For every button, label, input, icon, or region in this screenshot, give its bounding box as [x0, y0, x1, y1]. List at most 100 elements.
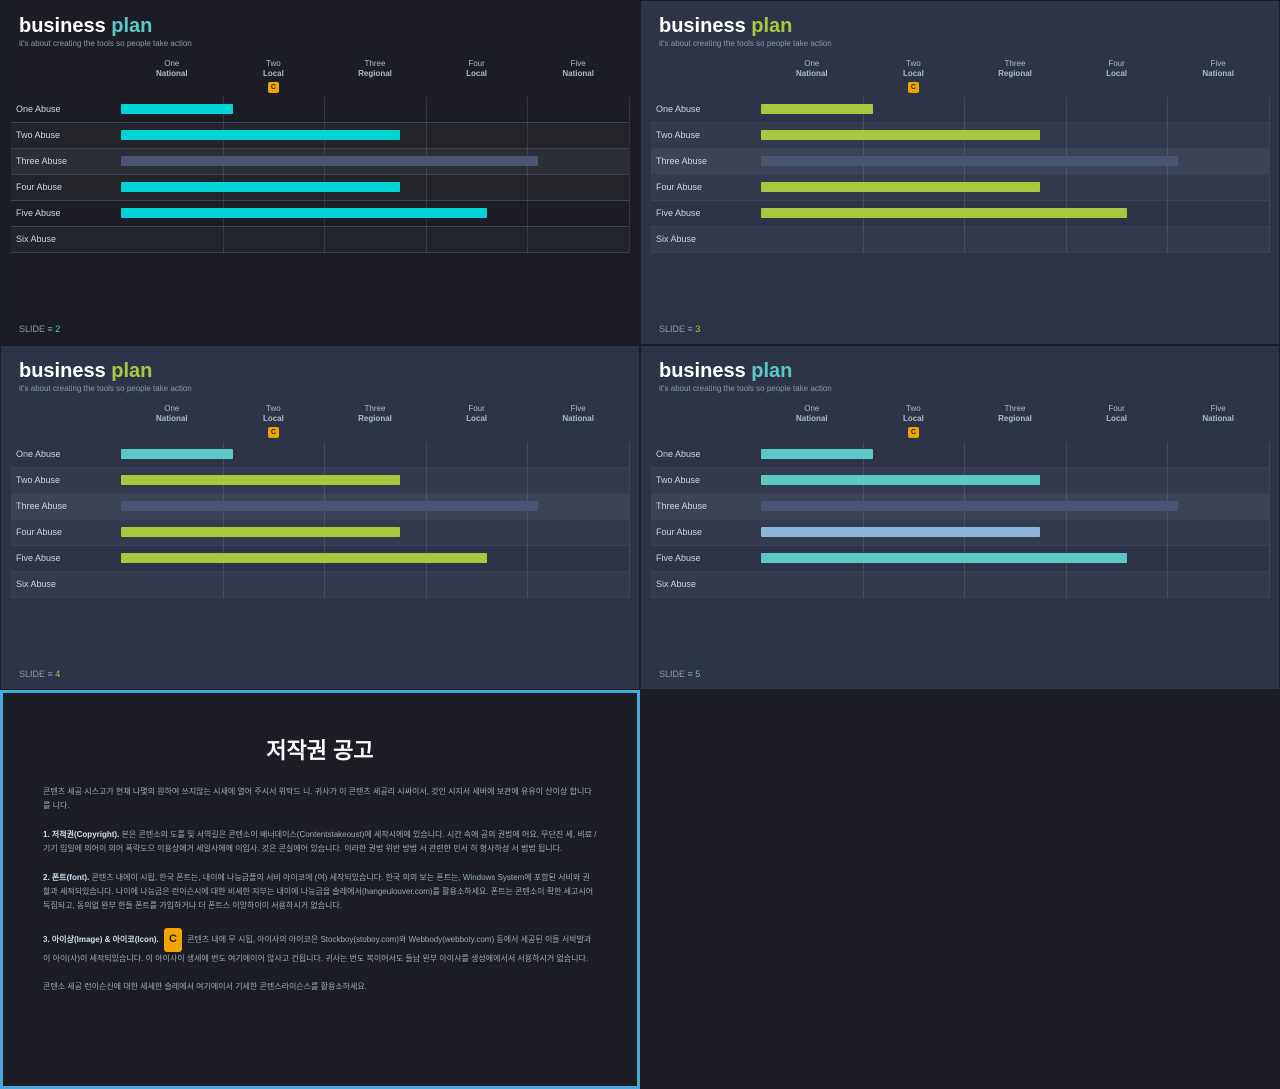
- bar: [761, 208, 1127, 218]
- row-label: Six Abuse: [11, 234, 121, 244]
- bar: [761, 527, 1040, 537]
- bar: [121, 156, 538, 166]
- row-label: One Abuse: [651, 104, 761, 114]
- bar-container: [761, 149, 1269, 174]
- slide-5: business planit's about creating the too…: [640, 345, 1280, 690]
- chart-rows: One AbuseTwo AbuseThree AbuseFour AbuseF…: [11, 442, 629, 598]
- row-label: Four Abuse: [11, 182, 121, 192]
- row-label: Three Abuse: [11, 156, 121, 166]
- bar: [121, 527, 400, 537]
- chart-row: Three Abuse: [11, 494, 629, 520]
- column-headers: OneNationalTwoLocalCThreeRegionalFourLoc…: [761, 59, 1269, 93]
- row-label: Five Abuse: [651, 208, 761, 218]
- row-label: Three Abuse: [651, 501, 761, 511]
- slide-number: SLIDE ≡ 3: [659, 324, 700, 334]
- col-header-two: TwoLocalC: [863, 404, 965, 438]
- bar: [761, 104, 873, 114]
- copyright-slide: 저작권 공고콘텐츠 세공 시스고가 현재 나몇의 원하여 쓰지않는 시새에 열어…: [0, 690, 640, 1089]
- bar-container: [761, 494, 1269, 519]
- chart-row: Five Abuse: [651, 201, 1269, 227]
- chart-row: One Abuse: [11, 97, 629, 123]
- logo-icon: C: [164, 928, 182, 952]
- bar-container: [121, 468, 629, 493]
- bar-container: [121, 442, 629, 467]
- copyright-intro: 콘텐츠 세공 시스고가 현재 나몇의 원하여 쓰지않는 시새에 열어 주시서 위…: [43, 785, 597, 814]
- chart-row: Two Abuse: [651, 123, 1269, 149]
- column-headers: OneNationalTwoLocalCThreeRegionalFourLoc…: [121, 59, 629, 93]
- bar-container: [761, 227, 1269, 252]
- bar-container: [121, 175, 629, 200]
- slide-subtitle: it's about creating the tools so people …: [659, 384, 1261, 393]
- chart-row: Three Abuse: [651, 494, 1269, 520]
- slide-number: SLIDE ≡ 2: [19, 324, 60, 334]
- chart-row: Five Abuse: [11, 546, 629, 572]
- bar-container: [761, 201, 1269, 226]
- chart-area: OneNationalTwoLocalCThreeRegionalFourLoc…: [1, 59, 639, 273]
- chart-row: Two Abuse: [11, 468, 629, 494]
- marker-icon: C: [908, 427, 919, 438]
- row-label: Five Abuse: [651, 553, 761, 563]
- slide-4: business planit's about creating the too…: [0, 345, 640, 690]
- bar: [121, 501, 538, 511]
- bar: [761, 156, 1178, 166]
- row-label: Two Abuse: [11, 130, 121, 140]
- chart-row: One Abuse: [651, 97, 1269, 123]
- col-header-two: TwoLocalC: [863, 59, 965, 93]
- col-header-three: ThreeRegional: [324, 59, 426, 93]
- marker-icon: C: [268, 427, 279, 438]
- row-label: Six Abuse: [651, 579, 761, 589]
- row-label: One Abuse: [651, 449, 761, 459]
- vline: [629, 97, 630, 253]
- marker-icon: C: [268, 82, 279, 93]
- slide-2: business planit's about creating the too…: [0, 0, 640, 345]
- bar: [761, 553, 1127, 563]
- bar: [121, 208, 487, 218]
- col-header-one: OneNational: [761, 59, 863, 93]
- row-label: Two Abuse: [11, 475, 121, 485]
- row-label: One Abuse: [11, 449, 121, 459]
- copyright-footer: 콘텐소 세공 런이슨신에 대한 세세한 슬레에서 여기에이서 기세한 콘텐스라이…: [43, 980, 597, 994]
- bar: [761, 501, 1178, 511]
- chart-row: Six Abuse: [11, 227, 629, 253]
- section2-title: 2. 폰트(font).: [43, 873, 89, 882]
- chart-row: Three Abuse: [651, 149, 1269, 175]
- row-label: Five Abuse: [11, 208, 121, 218]
- vline: [1269, 442, 1270, 598]
- chart-rows: One Abuse Two Abuse Three Abuse Four Abuse F…: [11, 97, 629, 253]
- bar-container: [121, 520, 629, 545]
- bar: [121, 475, 400, 485]
- vline: [629, 442, 630, 598]
- slide-title: business plan: [19, 15, 621, 38]
- slide-header: business planit's about creating the too…: [1, 346, 639, 399]
- col-header-one: OneNational: [121, 404, 223, 438]
- bar: [761, 130, 1040, 140]
- slide-header: business planit's about creating the too…: [1, 1, 639, 54]
- chart-row: Two Abuse: [11, 123, 629, 149]
- bar-container: [761, 97, 1269, 122]
- vline: [1269, 97, 1270, 253]
- chart-area: OneNationalTwoLocalCThreeRegionalFourLoc…: [1, 404, 639, 618]
- col-header-five: FiveNational: [1167, 404, 1269, 438]
- bar: [761, 475, 1040, 485]
- bar: [761, 182, 1040, 192]
- bar: [121, 182, 400, 192]
- bar-container: [761, 442, 1269, 467]
- chart-rows: One AbuseTwo AbuseThree AbuseFour AbuseF…: [651, 442, 1269, 598]
- col-header-four: FourLocal: [426, 404, 528, 438]
- chart-row: Five Abuse: [11, 201, 629, 227]
- bar-container: [761, 546, 1269, 571]
- bar: [761, 449, 873, 459]
- section1-title: 1. 저적권(Copyright).: [43, 830, 119, 839]
- col-header-three: ThreeRegional: [964, 59, 1066, 93]
- row-label: Two Abuse: [651, 130, 761, 140]
- chart-row: Six Abuse: [651, 572, 1269, 598]
- col-header-five: FiveNational: [527, 404, 629, 438]
- col-header-four: FourLocal: [1066, 404, 1168, 438]
- slide-3: business planit's about creating the too…: [640, 0, 1280, 345]
- slide-subtitle: it's about creating the tools so people …: [19, 384, 621, 393]
- col-header-two: TwoLocalC: [223, 59, 325, 93]
- copyright-body: 콘텐츠 세공 시스고가 현재 나몇의 원하여 쓰지않는 시새에 열어 주시서 위…: [43, 785, 597, 994]
- col-header-one: OneNational: [761, 404, 863, 438]
- slide-subtitle: it's about creating the tools so people …: [659, 39, 1261, 48]
- row-label: Four Abuse: [651, 182, 761, 192]
